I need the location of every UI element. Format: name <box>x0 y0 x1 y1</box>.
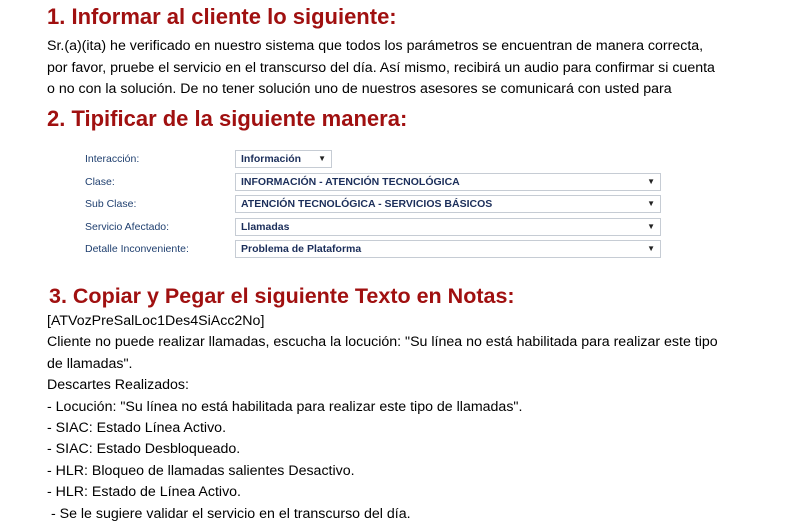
paragraph-line: o no con la solución. De no tener soluci… <box>47 81 672 97</box>
notes-line: - SIAC: Estado Línea Activo. <box>47 419 227 436</box>
notes-line: [ATVozPreSalLoc1Des4SiAcc2No] <box>47 313 265 329</box>
notes-line: - Locución: "Su línea no está habilitada… <box>47 398 523 415</box>
notes-line: - HLR: Estado de Línea Activo. <box>47 484 242 501</box>
dropdown-arrow-icon: ▼ <box>318 154 326 163</box>
notes-line: de llamadas". <box>47 355 133 372</box>
servicio-afectado-value: Llamadas <box>241 220 290 233</box>
detalle-inconveniente-select[interactable]: Problema de Plataforma ▼ <box>235 240 661 259</box>
interaccion-label: Interacción: <box>85 153 140 165</box>
dropdown-arrow-icon: ▼ <box>647 244 655 254</box>
section-2-heading: 2. Tipificar de la siguiente manera: <box>47 106 408 131</box>
section-1-paragraph: Sr.(a)(ita) he verificado en nuestro sis… <box>47 36 783 101</box>
dropdown-arrow-icon: ▼ <box>647 221 655 231</box>
clase-select[interactable]: INFORMACIÓN - ATENCIÓN TECNOLÓGICA ▼ <box>235 172 661 191</box>
interaccion-value: Información <box>241 153 302 165</box>
form-row-servicio-afectado: Servicio Afectado: Llamadas ▼ <box>83 217 663 240</box>
paragraph-line: Sr.(a)(ita) he verificado en nuestro sis… <box>47 38 704 54</box>
detalle-inconveniente-value: Problema de Plataforma <box>241 243 362 256</box>
servicio-afectado-select[interactable]: Llamadas ▼ <box>235 217 661 236</box>
notes-line: - HLR: Bloqueo de llamadas salientes Des… <box>47 462 355 479</box>
typification-form: Interacción: Información ▼ Clase: INFORM… <box>83 149 663 262</box>
dropdown-arrow-icon: ▼ <box>647 199 655 209</box>
dropdown-arrow-icon: ▼ <box>647 176 655 186</box>
notes-line: Cliente no puede realizar llamadas, escu… <box>47 334 718 351</box>
sub-clase-value: ATENCIÓN TECNOLÓGICA - SERVICIOS BÁSICOS <box>241 198 493 211</box>
detalle-inconveniente-label: Detalle Inconveniente: <box>85 243 189 256</box>
form-row-sub-clase: Sub Clase: ATENCIÓN TECNOLÓGICA - SERVIC… <box>83 194 663 217</box>
section-3-heading: 3. Copiar y Pegar el siguiente Texto en … <box>49 284 515 308</box>
interaccion-select[interactable]: Información ▼ <box>235 150 332 168</box>
section-1-heading: 1. Informar al cliente lo siguiente: <box>47 4 397 29</box>
clase-label: Clase: <box>85 175 115 188</box>
notes-line: - SIAC: Estado Desbloqueado. <box>47 441 241 458</box>
document-page: 1. Informar al cliente lo siguiente: Sr.… <box>0 0 786 532</box>
form-row-clase: Clase: INFORMACIÓN - ATENCIÓN TECNOLÓGIC… <box>83 172 663 195</box>
paragraph-line: por favor, pruebe el servicio en el tran… <box>47 59 715 76</box>
sub-clase-select[interactable]: ATENCIÓN TECNOLÓGICA - SERVICIOS BÁSICOS… <box>235 195 661 214</box>
notes-line: Descartes Realizados: <box>47 377 189 394</box>
notes-text-block: [ATVozPreSalLoc1Des4SiAcc2No] Cliente no… <box>47 311 718 525</box>
servicio-afectado-label: Servicio Afectado: <box>85 220 170 233</box>
form-row-detalle-inconveniente: Detalle Inconveniente: Problema de Plata… <box>83 239 663 262</box>
clase-value: INFORMACIÓN - ATENCIÓN TECNOLÓGICA <box>241 175 460 188</box>
sub-clase-label: Sub Clase: <box>85 198 137 211</box>
notes-line: - Se le sugiere validar el servicio en e… <box>47 505 411 522</box>
form-row-interaccion: Interacción: Información ▼ <box>83 149 663 172</box>
